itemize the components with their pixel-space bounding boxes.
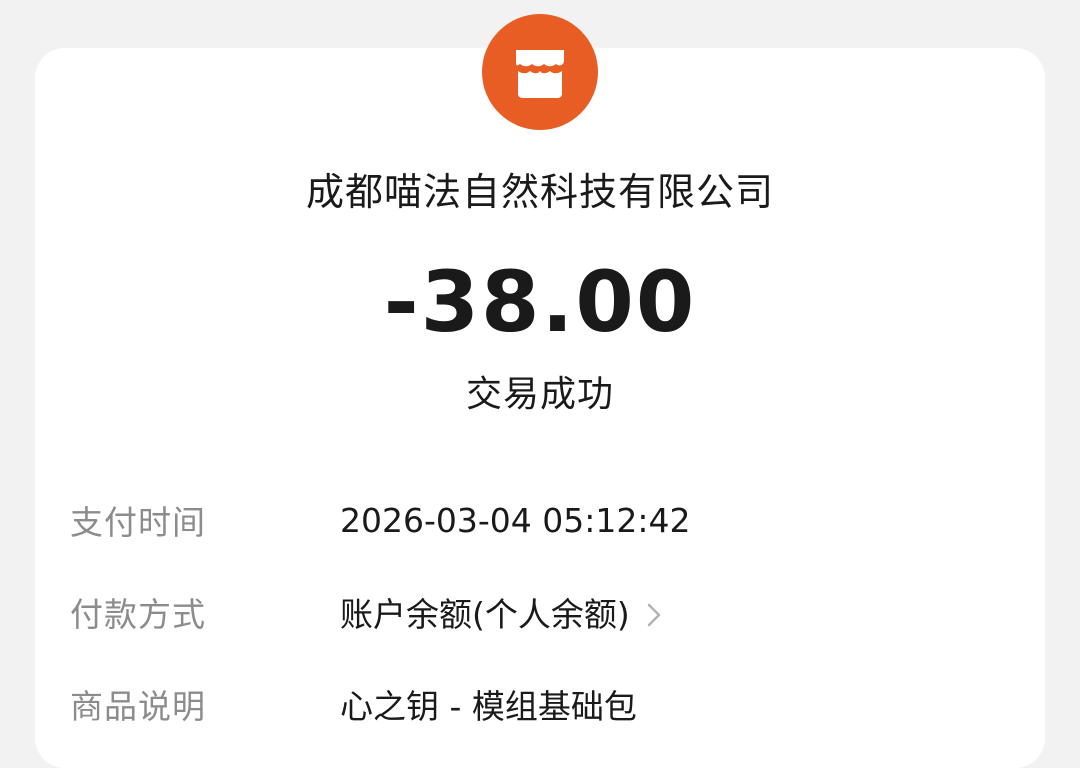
payment-method-label: 付款方式: [70, 595, 206, 634]
transaction-amount: -38.00: [383, 253, 697, 351]
detail-row-product-description: 商品说明 心之钥 - 模组基础包: [70, 676, 1010, 732]
store-icon: [482, 14, 598, 130]
product-description-label: 商品说明: [70, 687, 206, 726]
merchant-name: 成都喵法自然科技有限公司: [305, 170, 774, 214]
chevron-right-icon[interactable]: [646, 598, 662, 627]
payment-method-value-container[interactable]: 账户余额(个人余额): [340, 588, 662, 636]
detail-row-payment-method[interactable]: 付款方式 账户余额(个人余额): [70, 584, 1010, 640]
payment-time-value: 2026-03-04 05:12:42: [340, 500, 691, 540]
payment-method-value[interactable]: 账户余额(个人余额): [340, 588, 630, 636]
transaction-status: 交易成功: [465, 374, 614, 415]
detail-row-payment-time: 支付时间 2026-03-04 05:12:42: [70, 492, 1010, 548]
payment-time-label: 支付时间: [70, 503, 206, 542]
product-description-value: 心之钥 - 模组基础包: [340, 687, 637, 726]
